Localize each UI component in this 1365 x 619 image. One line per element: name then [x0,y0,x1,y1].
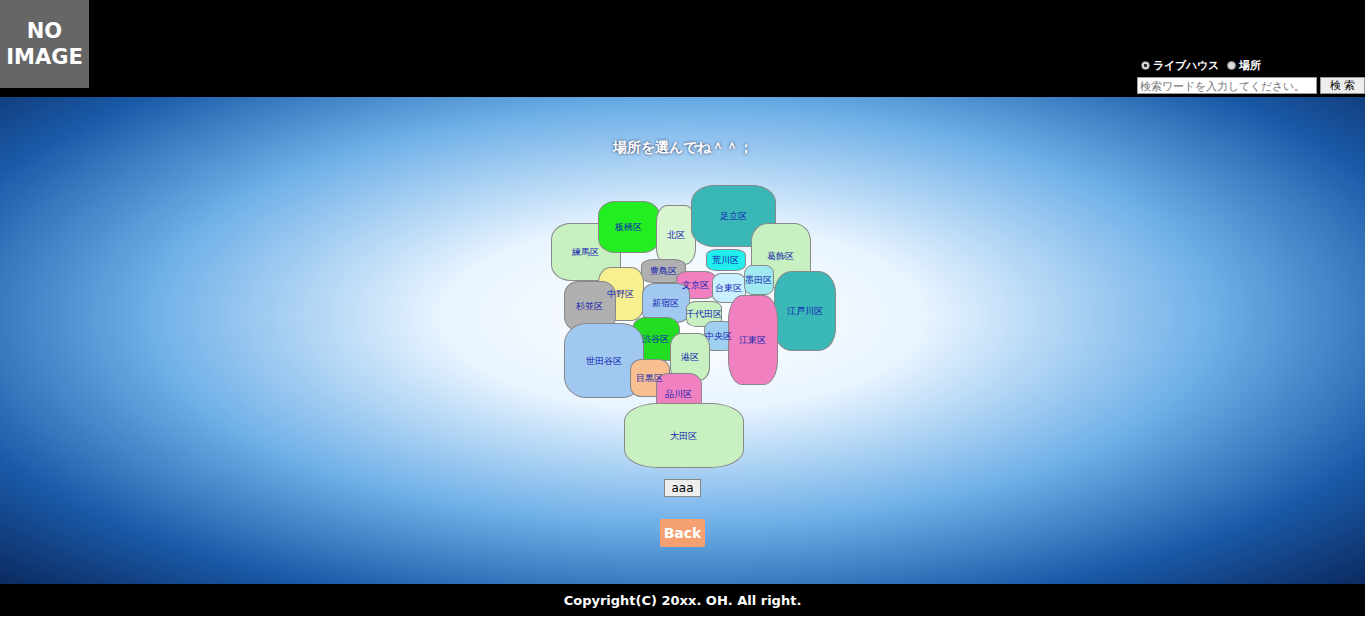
ward-label[interactable]: 江戸川区 [787,305,823,318]
ward-label[interactable]: 港区 [681,351,699,364]
ward-label[interactable]: 葛飾区 [767,249,794,262]
search-button[interactable]: 検 索 [1320,77,1365,94]
ward-label[interactable]: 品川区 [665,388,692,401]
ward-label[interactable]: 渋谷区 [642,333,669,346]
radio-icon[interactable] [1227,61,1236,70]
ward-label[interactable]: 新宿区 [652,297,679,310]
ward-label[interactable]: 台東区 [715,282,742,295]
search-row: 検 索 [1137,77,1365,94]
ward-label[interactable]: 中央区 [705,330,732,343]
ward-label[interactable]: 杉並区 [576,300,603,313]
radio-option[interactable]: 場所 [1227,58,1261,73]
logo[interactable]: NO IMAGE [0,0,89,88]
ward-label[interactable]: 文京区 [682,279,709,292]
ward-label[interactable]: 千代田区 [686,308,722,321]
ward-label[interactable]: 北区 [667,229,685,242]
ward-label[interactable]: 板橋区 [615,221,642,234]
footer: Copyright(C) 20xx. OH. All right. [0,584,1365,616]
ward-label[interactable]: 世田谷区 [586,354,622,367]
title: 場所を選んでね＾＾； [613,139,753,157]
ward-label[interactable]: 足立区 [720,210,747,223]
radio-group: ライブハウス 場所 [1137,58,1261,73]
search-tools: ライブハウス 場所 検 索 [1137,0,1365,94]
ward-label[interactable]: 豊島区 [650,265,677,278]
back-button[interactable]: Back [660,519,706,547]
page: NO IMAGE ライブハウス 場所 検 索 場所を選んでね＾＾； 練馬区 板橋区… [0,0,1365,616]
radio-label: 場所 [1239,58,1261,73]
ward-label[interactable]: 墨田区 [745,274,772,287]
ward-label[interactable]: 練馬区 [572,246,599,259]
ward-label[interactable]: 目黒区 [636,372,663,385]
ward-label[interactable]: 江東区 [739,334,766,347]
radio-option[interactable]: ライブハウス [1141,58,1219,73]
radio-icon[interactable] [1141,61,1150,70]
ward-label[interactable]: 中野区 [607,288,634,301]
ward-label[interactable]: 大田区 [670,429,697,442]
radio-label: ライブハウス [1153,58,1219,73]
ward-map: 練馬区 板橋区北区 足立区葛飾区 荒川区豊島区文京区台東区墨田区江戸川区 中野区杉並区 新… [546,183,838,473]
ward-label[interactable]: 荒川区 [712,254,739,267]
main-area: 場所を選んでね＾＾； 練馬区 板橋区北区 足立区葛飾区 荒川区豊島区文京区台東区墨田区… [0,97,1365,584]
search-input[interactable] [1137,77,1317,94]
aaa-button[interactable]: aaa [664,479,700,497]
header: NO IMAGE ライブハウス 場所 検 索 [0,0,1365,97]
